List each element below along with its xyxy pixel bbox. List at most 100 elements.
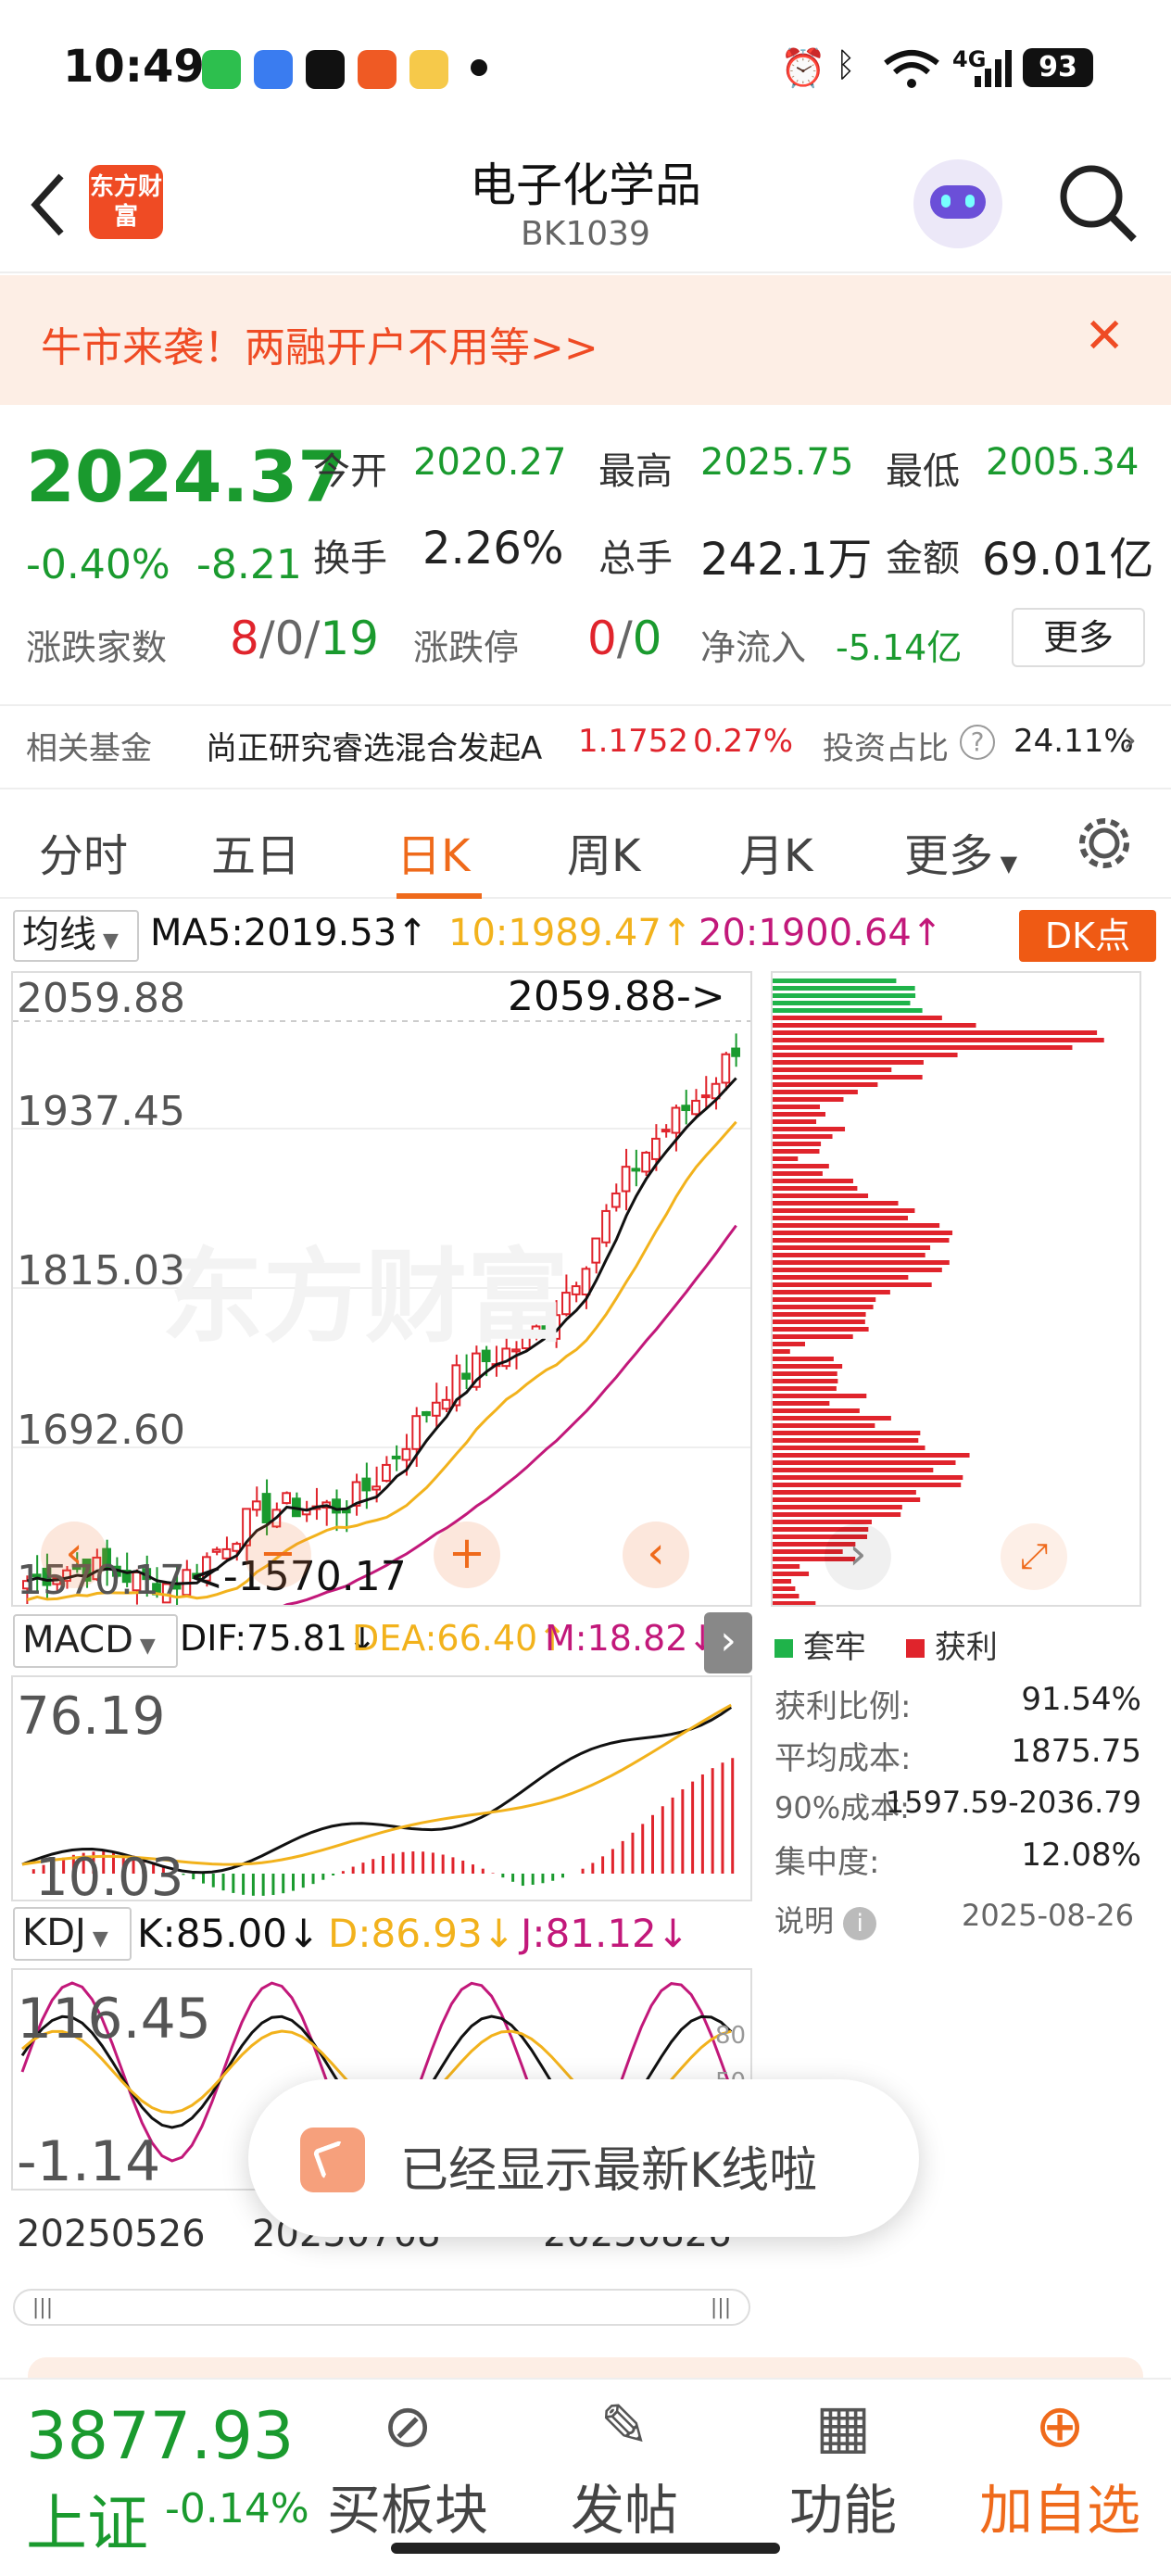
index-name[interactable]: 上证 — [26, 2474, 148, 2563]
search-icon[interactable] — [1056, 161, 1140, 245]
macd-chart[interactable]: 76.19 10.03 — [11, 1675, 752, 1908]
settings-gear-icon[interactable] — [1075, 814, 1134, 873]
status-time: 10:49 — [63, 41, 205, 93]
macd-histogram-bar — [691, 1781, 695, 1874]
macd-histogram-bar — [611, 1849, 614, 1874]
scroll-left-icon[interactable]: ‹ — [623, 1522, 689, 1588]
zoom-in-icon[interactable]: + — [434, 1522, 500, 1588]
bluetooth-icon: ᛒ — [836, 46, 856, 84]
candle-body — [691, 1099, 700, 1116]
info-icon[interactable]: i — [843, 1907, 877, 1940]
promo-banner[interactable]: 牛市来袭！两融开户不用等>> ✕ — [0, 275, 1171, 405]
profit-chip-bar — [773, 1334, 853, 1339]
fund-name[interactable]: 尚正研究睿选混合发起A — [206, 723, 542, 768]
profit-chip-bar — [773, 1431, 921, 1435]
profit-chip-bar — [773, 1490, 916, 1495]
profit-chip-bar — [773, 1342, 806, 1346]
amount-value: 69.01亿 — [982, 534, 1154, 586]
indicator-selector-macd[interactable]: MACD ▼ — [13, 1614, 178, 1668]
range-slider[interactable]: ||| ||| — [13, 2289, 750, 2326]
help-icon[interactable]: ? — [960, 725, 995, 760]
range-handle-left[interactable]: ||| — [22, 2296, 63, 2319]
tab-daily-k[interactable]: 日K — [397, 819, 470, 884]
kdj-k: K:85.00↓ — [137, 1911, 321, 1956]
net-inflow-value: -5.14亿 — [836, 627, 963, 668]
chip-distribution-chart[interactable]: › ⤢ — [771, 971, 1141, 1607]
candle-body — [700, 1094, 711, 1099]
tab-more[interactable]: 更多 ▼ — [904, 819, 1017, 884]
tab-monthly-k[interactable]: 月K — [739, 819, 812, 884]
chip-note[interactable]: 说明 i — [774, 1898, 877, 1940]
legend-profit: 获利 — [934, 1629, 998, 1666]
ma10-value: 10:1989.47↑ — [448, 912, 693, 954]
scroll-left-far-icon[interactable]: ‹ — [41, 1522, 107, 1588]
low-label: 最低 — [886, 450, 960, 493]
max-price-note: 2059.88-> — [508, 973, 725, 1020]
watermark: 东方财富 — [161, 1238, 569, 1357]
profit-chip-bar — [773, 1564, 800, 1569]
range-handle-right[interactable]: ||| — [700, 2296, 741, 2319]
buy-sector-button[interactable]: ⊘ 买板块 — [315, 2393, 500, 2544]
turnover-label: 换手 — [313, 537, 387, 580]
macd-dea: DEA:66.40↑ — [352, 1618, 568, 1659]
toast-text: 已经显示最新K线啦 — [400, 2143, 818, 2199]
updown-count: 8/0/19 — [230, 612, 379, 665]
robot-assistant-icon[interactable] — [913, 159, 1002, 248]
profit-chip-bar — [773, 1586, 796, 1591]
expand-indicators-arrow-icon[interactable]: › — [704, 1612, 752, 1673]
profit-chip-bar — [773, 1238, 950, 1243]
tab-intraday[interactable]: 分时 — [39, 819, 128, 884]
chip-stat-row: 90%成本: 1597.59-2036.79 — [774, 1785, 1141, 1825]
macd-histogram-bar — [391, 1853, 395, 1874]
kdj-y-bottom: -1.14 — [17, 2129, 161, 2194]
home-indicator — [391, 2543, 780, 2554]
index-value[interactable]: 3877.93 — [26, 2398, 294, 2474]
profit-chip-bar — [773, 1090, 858, 1094]
weibo-icon — [409, 50, 448, 89]
indicator-selector-ma[interactable]: 均线 ▼ — [13, 910, 139, 962]
tab-five-day[interactable]: 五日 — [211, 819, 300, 884]
profit-chip-bar — [773, 1371, 837, 1376]
profit-chip-bar — [773, 1023, 976, 1028]
related-fund-row[interactable]: 相关基金 尚正研究睿选混合发起A 1.1752 0.27% 投资占比 ? 24.… — [0, 706, 1171, 786]
macd-histogram-bar — [601, 1856, 605, 1874]
profit-chip-bar — [773, 1594, 800, 1598]
candle-body — [681, 1105, 691, 1112]
macd-histogram-bar — [311, 1874, 315, 1885]
profit-chip-bar — [773, 1297, 876, 1302]
profit-chip-bar — [773, 1179, 853, 1183]
macd-histogram-bar — [491, 1873, 495, 1874]
profit-chip-bar — [773, 1438, 919, 1443]
loss-chip-bar — [773, 1001, 911, 1005]
profit-chip-bar — [773, 1231, 953, 1235]
profit-chip-bar — [773, 1275, 909, 1280]
candle-body — [631, 1168, 641, 1172]
close-icon[interactable]: ✕ — [1084, 309, 1125, 364]
kline-chart[interactable]: 东方财富 2059.88 1937.45 1815.03 1692.60 157… — [11, 971, 752, 1607]
candle-body — [651, 1137, 661, 1160]
macd-histogram-bar — [461, 1860, 465, 1874]
tab-weekly-k[interactable]: 周K — [567, 819, 640, 884]
chip-bars — [773, 979, 1104, 1605]
macd-histogram-bar — [411, 1851, 415, 1874]
candle-body — [232, 1543, 242, 1552]
profit-chip-bar — [773, 1164, 829, 1168]
toast-app-icon — [300, 2128, 365, 2192]
post-button[interactable]: ✎ 发帖 — [532, 2393, 717, 2544]
zoom-out-icon[interactable]: − — [245, 1522, 311, 1588]
index-change: -0.14% — [165, 2485, 309, 2532]
more-button[interactable]: 更多 — [1012, 608, 1145, 667]
volume-value: 242.1万 — [700, 534, 873, 586]
chevron-right-icon[interactable]: › — [1123, 719, 1137, 760]
down-count: 19 — [320, 612, 379, 665]
chip-next-icon[interactable]: › — [825, 1523, 891, 1590]
promo-banner-text[interactable]: 牛市来袭！两融开户不用等>> — [41, 314, 598, 373]
candle-body — [382, 1463, 391, 1483]
expand-icon[interactable]: ⤢ — [1001, 1523, 1067, 1590]
dk-point-button[interactable]: DK点 — [1019, 910, 1156, 962]
indicator-selector-kdj[interactable]: KDJ ▼ — [13, 1907, 132, 1961]
profit-chip-bar — [773, 1401, 830, 1406]
functions-button[interactable]: ▦ 功能 — [750, 2393, 936, 2544]
kdj-j: J:81.12↓ — [521, 1911, 689, 1956]
add-to-watchlist-button[interactable]: ⊕ 加自选 — [958, 2393, 1162, 2544]
